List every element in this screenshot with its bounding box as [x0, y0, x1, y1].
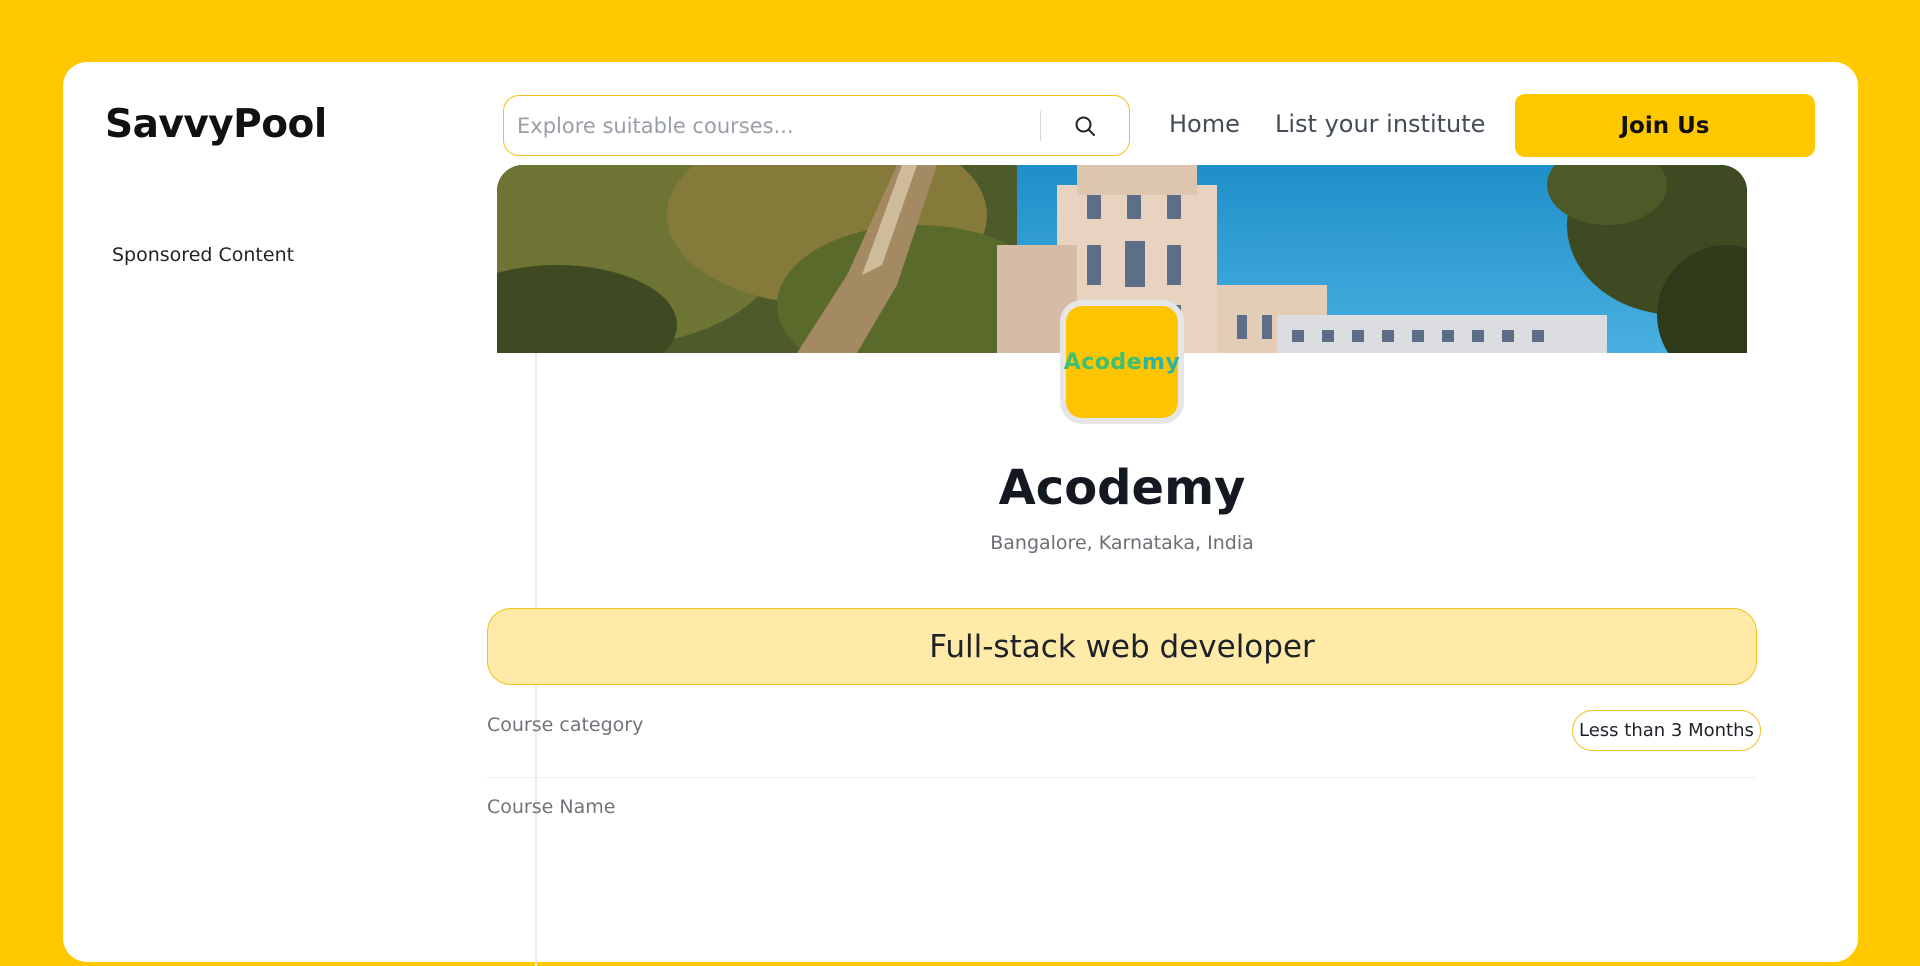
course-name-label: Course Name — [487, 796, 616, 818]
search-icon — [1075, 116, 1095, 136]
field-divider — [487, 777, 1757, 778]
institute-name: Acodemy — [998, 460, 1246, 516]
search-bar — [503, 95, 1130, 156]
course-category-badge: Less than 3 Months — [1572, 710, 1761, 751]
sponsored-content-heading: Sponsored Content — [112, 244, 295, 266]
institute-location: Bangalore, Karnataka, India — [990, 532, 1254, 554]
search-button[interactable] — [1041, 96, 1129, 155]
institute-logo: Acode my — [1060, 300, 1184, 424]
course-category-label: Course category — [487, 714, 644, 736]
nav-home-link[interactable]: Home — [1169, 110, 1240, 138]
join-us-button[interactable]: Join Us — [1515, 94, 1815, 157]
nav-list-institute-link[interactable]: List your institute — [1275, 110, 1485, 138]
site-logo[interactable]: SavvyPool — [105, 102, 327, 147]
search-input[interactable] — [504, 96, 1040, 155]
course-title-box: Full-stack web developer — [487, 608, 1757, 685]
institute-logo-mark: Acode my — [1064, 306, 1180, 418]
